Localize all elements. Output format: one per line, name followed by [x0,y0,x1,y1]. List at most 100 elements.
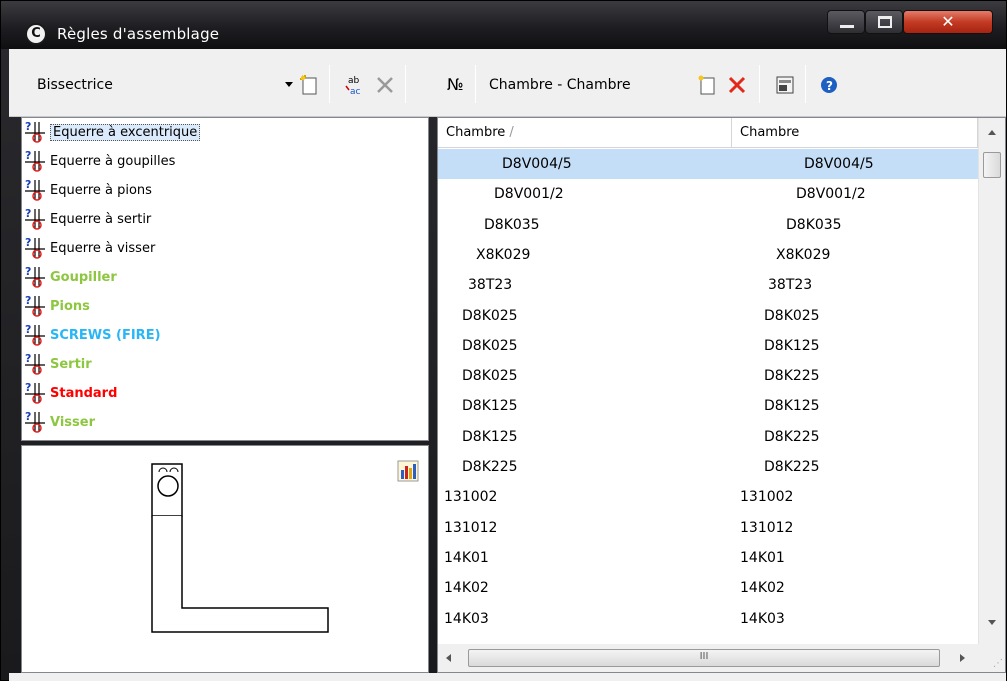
cell-chambre-2: D8K025 [764,307,820,324]
rule-label: Equerre à visser [50,240,156,256]
cell-chambre-2: D8K225 [764,428,820,445]
table-row[interactable]: D8K125 D8K125 [438,391,978,421]
rule-list-item[interactable]: ? Equerre à sertir [24,205,151,233]
rule-label: Visser [50,414,95,430]
delete-pair-icon[interactable] [725,73,749,97]
scroll-up-icon[interactable] [988,130,996,135]
app-window: C Règles d'assemblage ✕ Bissectrice ab ac… [0,0,1007,681]
cell-chambre-1: D8K025 [462,368,518,385]
table-row[interactable]: 38T23 38T23 [438,270,978,300]
rule-set-combo[interactable]: Bissectrice [23,73,293,99]
toolbar-separator [805,65,806,103]
scroll-thumb[interactable] [983,152,1001,178]
table-row[interactable]: D8K025 D8K125 [438,331,978,361]
delete-icon[interactable] [373,73,397,97]
cell-chambre-2: 131002 [740,489,794,506]
rule-list-item[interactable]: ? Sertir [24,350,92,378]
cell-chambre-2: 14K03 [740,610,785,627]
column-header-chambre-1[interactable]: Chambre / [438,118,732,148]
size-grip-icon[interactable]: ⋰ [978,644,1005,672]
chart-icon[interactable] [397,460,419,482]
rule-label: Pions [50,298,90,314]
shape-preview [21,445,429,673]
toolbar-separator [329,65,330,103]
rule-label: Goupiller [50,269,117,285]
title-bar[interactable]: C Règles d'assemblage ✕ [1,1,1006,49]
rename-icon[interactable]: ab ac [343,73,367,97]
help-icon[interactable]: ? [817,73,841,97]
vertical-scrollbar[interactable] [978,118,1005,644]
scroll-down-icon[interactable] [988,620,996,625]
cell-chambre-2: 14K02 [740,580,785,597]
svg-text:?: ? [25,149,31,162]
cell-chambre-2: X8K029 [776,246,831,263]
rule-icon: ? [24,352,46,376]
table-row[interactable]: 14K02 14K02 [438,573,978,603]
svg-text:?: ? [25,265,31,278]
cell-chambre-1: D8K125 [462,428,518,445]
table-row[interactable]: D8K035 D8K035 [438,210,978,240]
rule-label: Equerre à excentrique [50,123,201,141]
rule-list[interactable]: ? Equerre à excentrique ? Equerre à goupill… [21,117,429,441]
cell-chambre-1: 14K01 [444,549,489,566]
bracket-drawing [151,463,329,633]
table-row[interactable]: D8K025 D8K225 [438,361,978,391]
cell-chambre-2: D8K035 [786,216,842,233]
tree-icon[interactable]: № [443,73,467,97]
table-row[interactable]: D8K125 D8K225 [438,422,978,452]
window-bottom-border [9,673,1006,681]
minimize-button[interactable] [827,10,865,34]
sort-indicator: / [509,125,514,140]
svg-text:?: ? [25,381,31,394]
scroll-right-icon[interactable] [960,654,965,662]
chevron-down-icon[interactable] [285,82,293,87]
cell-chambre-1: 14K03 [444,610,489,627]
rule-label: Standard [50,385,118,401]
cell-chambre-2: 131012 [740,519,794,536]
maximize-button[interactable] [865,10,903,34]
rule-icon: ? [24,149,46,173]
table-row[interactable]: 14K01 14K01 [438,543,978,573]
svg-text:?: ? [25,352,31,365]
table-row[interactable]: 14K03 14K03 [438,604,978,634]
table-row[interactable]: 131002 131002 [438,482,978,512]
rule-icon: ? [24,265,46,289]
rule-list-item[interactable]: ? SCREWS (FIRE) [24,321,161,349]
toolbar-separator [405,65,406,103]
cell-chambre-2: D8K125 [764,398,820,415]
new-pair-icon[interactable] [695,73,719,97]
close-button[interactable]: ✕ [903,10,993,34]
rule-list-item[interactable]: ? Equerre à visser [24,234,155,262]
cell-chambre-2: D8K125 [764,337,820,354]
toolbar-separator [475,65,476,103]
scroll-thumb-horizontal[interactable]: III [468,649,940,667]
rule-list-item[interactable]: ? Visser [24,408,95,436]
rule-list-item[interactable]: ? Pions [24,292,90,320]
new-rule-icon[interactable] [297,73,321,97]
rule-list-item[interactable]: ? Standard [24,379,117,407]
rule-list-item[interactable]: ? Equerre à goupilles [24,147,175,175]
svg-text:?: ? [25,120,31,133]
rule-list-item[interactable]: ? Goupiller [24,263,117,291]
scroll-left-icon[interactable] [446,654,451,662]
properties-icon[interactable] [773,73,797,97]
table-row[interactable]: D8V004/5 D8V004/5 [438,149,978,179]
combo-value: Bissectrice [37,77,113,93]
svg-text:ab: ab [348,76,360,86]
table-row[interactable]: D8K225 D8K225 [438,452,978,482]
pair-grid[interactable]: Chambre / Chambre D8V004/5 D8V004/5 D8V001… [437,117,1006,673]
cell-chambre-1: D8V001/2 [494,186,564,203]
cell-chambre-1: D8V004/5 [502,156,572,172]
rule-icon: ? [24,120,46,144]
maximize-icon [878,16,892,28]
horizontal-scrollbar[interactable]: III [438,644,978,672]
table-row[interactable]: D8V001/2 D8V001/2 [438,179,978,209]
table-row[interactable]: D8K025 D8K025 [438,301,978,331]
cell-chambre-1: D8K125 [462,398,518,415]
app-icon[interactable]: C [25,23,47,45]
table-row[interactable]: X8K029 X8K029 [438,240,978,270]
table-row[interactable]: 131012 131012 [438,513,978,543]
column-header-chambre-2[interactable]: Chambre [732,118,978,148]
rule-list-item[interactable]: ? Equerre à pions [24,176,152,204]
rule-list-item[interactable]: ? Equerre à excentrique [24,118,201,146]
